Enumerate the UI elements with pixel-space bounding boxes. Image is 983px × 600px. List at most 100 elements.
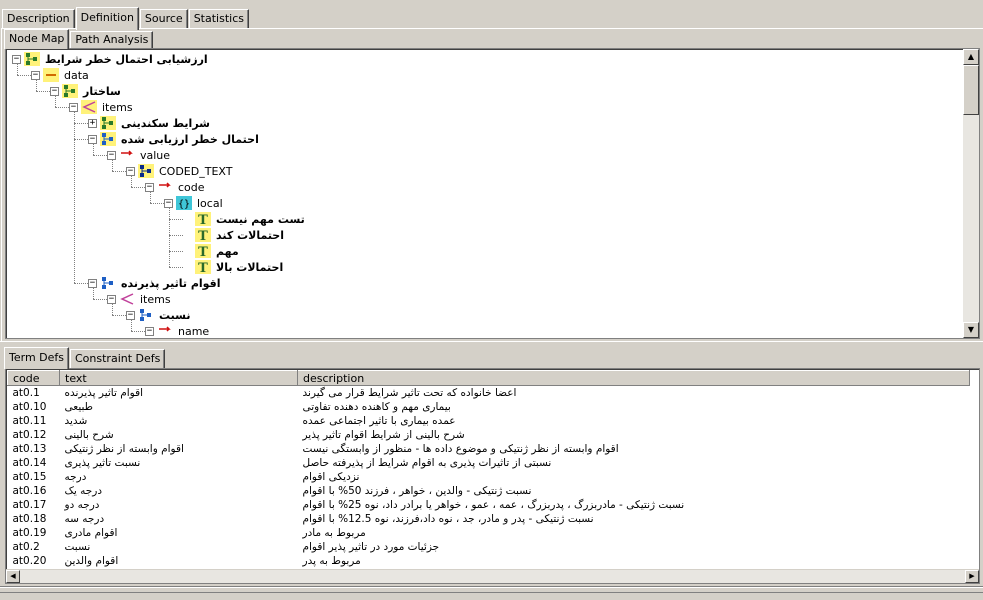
- tree-node-label[interactable]: شرایط سکندینی: [119, 117, 212, 130]
- table-row[interactable]: at0.20 اقوام والدین مربوط به پدر: [8, 554, 970, 568]
- scroll-right-button[interactable]: ▶: [965, 570, 979, 583]
- cell-code[interactable]: at0.20: [8, 554, 60, 568]
- cell-description[interactable]: عمده بیماری با تاثیر اجتماعی عمده: [298, 414, 970, 428]
- cell-description[interactable]: نسبت ژنتیکی - والدین ، خواهر ، فرزند 50%…: [298, 484, 970, 498]
- cell-code[interactable]: at0.16: [8, 484, 60, 498]
- collapse-icon[interactable]: −: [145, 182, 154, 192]
- tree-node[interactable]: T احتمالات کند: [183, 227, 286, 243]
- tree-node[interactable]: T مهم: [183, 243, 241, 259]
- collapse-icon[interactable]: −: [88, 278, 97, 288]
- cell-description[interactable]: مربوط به مادر: [298, 526, 970, 540]
- table-row[interactable]: at0.10 طبیعی بیماری مهم و کاهنده دهنده تفا…: [8, 400, 970, 414]
- cell-description[interactable]: مربوط به پدر: [298, 554, 970, 568]
- tree-node[interactable]: − CODED_TEXT: [126, 163, 234, 179]
- cell-text[interactable]: طبیعی: [60, 400, 298, 414]
- term-defs-grid[interactable]: code text description at0.1 اقوام تاثیر پ…: [5, 368, 980, 584]
- tab-term-defs[interactable]: Term Defs: [4, 347, 69, 369]
- collapse-icon[interactable]: −: [164, 198, 173, 208]
- cell-code[interactable]: at0.2: [8, 540, 60, 554]
- collapse-icon[interactable]: −: [107, 150, 116, 160]
- cell-description[interactable]: نزدیکی اقوام: [298, 470, 970, 484]
- tree-node-label[interactable]: data: [62, 69, 91, 82]
- tree-node-label[interactable]: items: [138, 293, 173, 306]
- tree-node-label[interactable]: ساختار: [81, 85, 123, 98]
- cell-code[interactable]: at0.15: [8, 470, 60, 484]
- tree-node[interactable]: − name: [145, 323, 211, 338]
- scroll-down-button[interactable]: ▼: [963, 322, 979, 338]
- tree-node-label[interactable]: local: [195, 197, 225, 210]
- cell-code[interactable]: at0.19: [8, 526, 60, 540]
- cell-description[interactable]: بیماری مهم و کاهنده دهنده تفاوتی: [298, 400, 970, 414]
- cell-text[interactable]: شدید: [60, 414, 298, 428]
- tab-path-analysis[interactable]: Path Analysis: [70, 31, 154, 48]
- column-header-text[interactable]: text: [59, 370, 298, 386]
- tree-node[interactable]: −{} local: [164, 195, 225, 211]
- tree-node[interactable]: − احتمال خطر ارزیابی شده: [88, 131, 261, 147]
- collapse-icon[interactable]: −: [31, 70, 40, 80]
- tab-node-map[interactable]: Node Map: [4, 29, 70, 49]
- cell-text[interactable]: اقوام وابسته از نظر ژنتیکی: [60, 442, 298, 456]
- table-row[interactable]: at0.14 نسبت تاثیر پذیری نسبتی از تاثیرات پ…: [8, 456, 970, 470]
- scroll-thumb[interactable]: [963, 65, 979, 115]
- tree-node[interactable]: − data: [31, 67, 91, 83]
- grid-horizontal-scrollbar[interactable]: ◀ ▶: [6, 569, 979, 583]
- table-row[interactable]: at0.11 شدید عمده بیماری با تاثیر اجتماعی ع…: [8, 414, 970, 428]
- tab-definition[interactable]: Definition: [75, 7, 139, 30]
- tree-node-label[interactable]: code: [176, 181, 207, 194]
- tree-node[interactable]: T تست مهم نیست: [183, 211, 307, 227]
- table-row[interactable]: at0.15 درجه نزدیکی اقوام: [8, 470, 970, 484]
- table-row[interactable]: at0.1 اقوام تاثیر پذیرنده اعضا خانواده که …: [8, 386, 970, 401]
- collapse-icon[interactable]: −: [12, 54, 21, 64]
- cell-code[interactable]: at0.13: [8, 442, 60, 456]
- tree-node-label[interactable]: CODED_TEXT: [157, 165, 234, 178]
- tree-node-label[interactable]: ارزشیابی احتمال خطر شرایط: [43, 53, 210, 66]
- expand-icon[interactable]: +: [88, 118, 97, 128]
- tree-node[interactable]: T احتمالات بالا: [183, 259, 285, 275]
- cell-text[interactable]: درجه: [60, 470, 298, 484]
- cell-code[interactable]: at0.14: [8, 456, 60, 470]
- table-row[interactable]: at0.19 اقوام مادری مربوط به مادر: [8, 526, 970, 540]
- tree-node-label[interactable]: احتمال خطر ارزیابی شده: [119, 133, 261, 146]
- collapse-icon[interactable]: −: [50, 86, 59, 96]
- tree-vertical-scrollbar[interactable]: ▲ ▼: [963, 49, 979, 338]
- cell-description[interactable]: نسبتی از تاثیرات پذیری به اقوام شرایط از…: [298, 456, 970, 470]
- table-row[interactable]: at0.17 درجه دو نسبت ژنتیکی - مادربزرگ ، پد…: [8, 498, 970, 512]
- table-row[interactable]: at0.16 درجه یک نسبت ژنتیکی - والدین ، خواه…: [8, 484, 970, 498]
- table-row[interactable]: at0.18 درجه سه نسبت ژنتیکی - پدر و مادر، ج…: [8, 512, 970, 526]
- tree-node-label[interactable]: تست مهم نیست: [214, 213, 307, 226]
- tree-node-label[interactable]: احتمالات بالا: [214, 261, 285, 274]
- table-row[interactable]: at0.12 شرح بالینی شرح بالینی از شرایط اقوا…: [8, 428, 970, 442]
- collapse-icon[interactable]: −: [107, 294, 116, 304]
- tree-node-label[interactable]: نسبت: [157, 309, 192, 322]
- scroll-left-button[interactable]: ◀: [6, 570, 20, 583]
- tree-node[interactable]: − items: [107, 291, 173, 307]
- tree-node[interactable]: − نسبت: [126, 307, 192, 323]
- cell-code[interactable]: at0.10: [8, 400, 60, 414]
- cell-code[interactable]: at0.1: [8, 386, 60, 401]
- scroll-up-button[interactable]: ▲: [963, 49, 979, 65]
- cell-text[interactable]: اقوام مادری: [60, 526, 298, 540]
- cell-description[interactable]: نسبت ژنتیکی - مادربزرگ ، پدربزرگ ، عمه ،…: [298, 498, 970, 512]
- collapse-icon[interactable]: −: [88, 134, 97, 144]
- tree-node[interactable]: + شرایط سکندینی: [88, 115, 212, 131]
- cell-text[interactable]: اقوام تاثیر پذیرنده: [60, 386, 298, 401]
- cell-code[interactable]: at0.17: [8, 498, 60, 512]
- cell-text[interactable]: درجه یک: [60, 484, 298, 498]
- tree-node[interactable]: − ساختار: [50, 83, 123, 99]
- tree-node-label[interactable]: اقوام تاثیر پذیرنده: [119, 277, 223, 290]
- tree-node[interactable]: − ارزشیابی احتمال خطر شرایط: [12, 51, 210, 67]
- tree-node-label[interactable]: name: [176, 325, 211, 338]
- collapse-icon[interactable]: −: [126, 166, 135, 176]
- cell-description[interactable]: اعضا خانواده که تحت تاثیر شرایط قرار می …: [298, 386, 970, 401]
- collapse-icon[interactable]: −: [145, 326, 154, 336]
- tree-node-label[interactable]: items: [100, 101, 135, 114]
- tab-constraint-defs[interactable]: Constraint Defs: [70, 349, 166, 368]
- cell-description[interactable]: جزئیات مورد در تاثیر پذیر اقوام: [298, 540, 970, 554]
- tree-node[interactable]: − items: [69, 99, 135, 115]
- cell-description[interactable]: اقوام وابسته از نظر ژنتیکی و موضوع داده …: [298, 442, 970, 456]
- column-header-code[interactable]: code: [7, 370, 60, 386]
- panel-splitter[interactable]: [0, 341, 983, 345]
- cell-text[interactable]: درجه سه: [60, 512, 298, 526]
- tree-node[interactable]: − value: [107, 147, 172, 163]
- tree-node-label[interactable]: مهم: [214, 245, 241, 258]
